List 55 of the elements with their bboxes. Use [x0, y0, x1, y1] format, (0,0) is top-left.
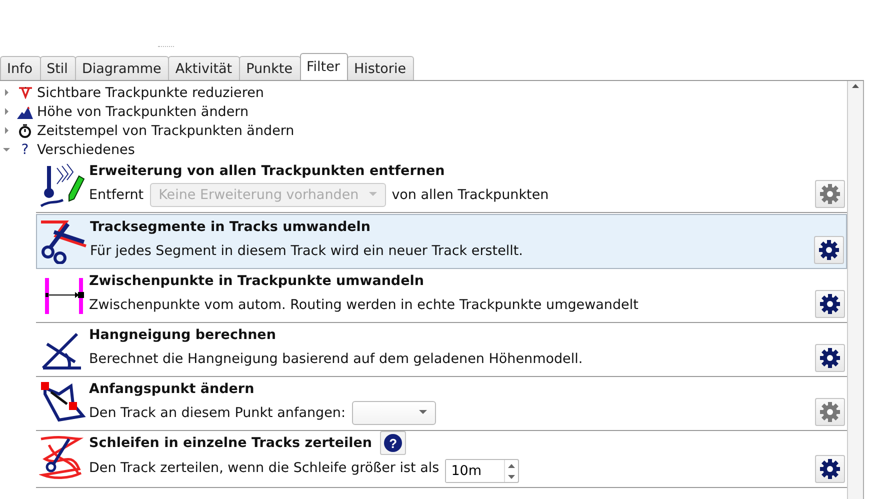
tab[interactable]: Diagramme	[74, 56, 170, 80]
filter-title: Schleifen in einzelne Tracks zerteilen	[89, 435, 372, 451]
gear-icon	[819, 240, 839, 260]
tree-item[interactable]: Verschiedenes	[37, 142, 135, 158]
filter-card[interactable]: Zwischenpunkte in Trackpunkte umwandeln Zwischenpunkte vom autom. Routing werden in echte Trackpunkte umgewandelt	[36, 269, 847, 323]
filter-description: Entfernt	[89, 186, 144, 202]
question-icon: ?	[17, 142, 33, 158]
stopwatch-icon	[18, 124, 32, 138]
settings-button[interactable]	[815, 344, 845, 372]
gear-icon	[820, 459, 840, 479]
tree-item[interactable]: Höhe von Trackpunkten ändern	[37, 104, 249, 120]
dropdown-arrow-icon	[418, 410, 426, 415]
settings-button[interactable]	[815, 455, 845, 483]
tab[interactable]: Punkte	[239, 56, 300, 80]
gear-icon	[820, 184, 840, 204]
expand-icon[interactable]	[2, 126, 11, 135]
decrement-icon[interactable]	[508, 474, 516, 478]
filter-description: Den Track an diesem Punkt anfangen:	[89, 404, 346, 420]
tab[interactable]: Historie	[346, 56, 414, 80]
tree-item[interactable]: Zeitstempel von Trackpunkten ändern	[37, 122, 294, 138]
thermometer-pencil-icon	[38, 162, 86, 208]
gear-icon	[820, 294, 840, 314]
scissors-icon	[40, 218, 88, 264]
filter-title: Hangneigung berechnen	[89, 327, 276, 343]
filter-title: Erweiterung von allen Trackpunkten entfernen	[89, 163, 445, 179]
help-button[interactable]: ?	[380, 431, 406, 455]
gear-icon	[820, 402, 840, 422]
spin-field[interactable]: 10m	[445, 459, 520, 483]
filter-card[interactable]: Hangneigung berechnen Berechnet die Hangneigung basierend auf dem geladenen Höhenmodell.	[36, 323, 847, 377]
filter-card[interactable]: Schleifen in einzelne Tracks zerteilen ? Den Track zerteilen, wenn die Schleife größer ist als 10m	[36, 431, 847, 488]
mountain-icon	[17, 104, 33, 118]
tab[interactable]: Filter	[300, 53, 348, 80]
tab[interactable]: Info	[0, 56, 41, 80]
tab[interactable]: Stil	[40, 56, 76, 80]
collapse-icon[interactable]	[2, 145, 11, 154]
filter-description: Für jedes Segment in diesem Track wird ein neuer Track erstellt.	[90, 242, 523, 258]
settings-button[interactable]	[814, 236, 844, 264]
settings-button[interactable]	[815, 290, 845, 318]
expand-icon[interactable]	[2, 107, 11, 116]
tree-item[interactable]: Sichtbare Trackpunkte reduzieren	[37, 84, 264, 100]
gear-icon	[820, 348, 840, 368]
filter-card[interactable]: Tracksegmente in Tracks umwandeln Für jedes Segment in diesem Track wird ein neuer Track erstellt.	[36, 214, 847, 269]
filter-description: von allen Trackpunkten	[392, 186, 549, 202]
expand-icon[interactable]	[2, 88, 11, 97]
filter-title: Tracksegmente in Tracks umwandeln	[90, 219, 371, 235]
filter-title: Zwischenpunkte in Trackpunkte umwandeln	[89, 273, 424, 289]
dropdown-arrow-icon	[368, 192, 377, 197]
filter-title: Anfangspunkt ändern	[89, 381, 254, 397]
filter-description: Den Track zerteilen, wenn die Schleife größer ist als	[89, 460, 440, 476]
increment-icon[interactable]	[508, 464, 516, 468]
filter-description: Zwischenpunkte vom autom. Routing werden in echte Trackpunkte umgewandelt	[89, 296, 638, 312]
scrollbar[interactable]	[847, 81, 863, 499]
filter-icon	[18, 86, 32, 99]
tab[interactable]: Aktivität	[168, 56, 240, 80]
filter-description: Berechnet die Hangneigung basierend auf dem geladenen Höhenmodell.	[89, 350, 583, 366]
